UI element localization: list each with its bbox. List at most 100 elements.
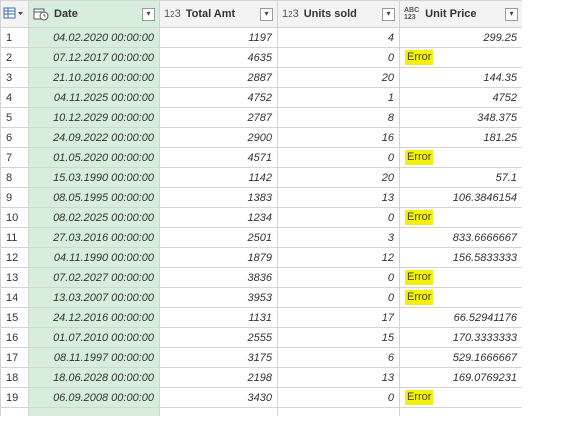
total-amt-cell[interactable]: 1879 [159, 247, 278, 268]
date-cell[interactable]: 04.11.2025 00:00:00 [28, 87, 160, 108]
unit-price-cell[interactable]: 529.1666667 [399, 347, 523, 368]
units-sold-cell[interactable]: 13 [277, 367, 400, 388]
chevron-down-icon[interactable]: ▾ [260, 7, 273, 21]
total-amt-cell[interactable]: 2887 [159, 67, 278, 88]
row-number[interactable]: 7 [0, 147, 29, 168]
unit-price-cell[interactable]: 181.25 [399, 127, 523, 148]
unit-price-cell[interactable]: 144.35 [399, 67, 523, 88]
units-sold-cell[interactable]: 12 [277, 247, 400, 268]
total-amt-cell[interactable]: 3953 [159, 287, 278, 308]
units-sold-cell[interactable]: 3 [277, 227, 400, 248]
date-cell[interactable]: 13.03.2007 00:00:00 [28, 287, 160, 308]
table-row[interactable]: 2 07.12.2017 00:00:00 4635 0 Error [0, 47, 523, 68]
table-row[interactable]: 6 24.09.2022 00:00:00 2900 16 181.25 [0, 127, 523, 148]
row-number[interactable]: 8 [0, 167, 29, 188]
units-sold-cell[interactable]: 4 [277, 27, 400, 48]
unit-price-cell[interactable]: 170.3333333 [399, 327, 523, 348]
date-cell[interactable]: 15.03.1990 00:00:00 [28, 167, 160, 188]
error-value[interactable]: Error [405, 50, 434, 65]
row-number[interactable]: 11 [0, 227, 29, 248]
units-sold-cell[interactable]: 6 [277, 347, 400, 368]
date-cell[interactable]: 21.10.2016 00:00:00 [28, 67, 160, 88]
row-number[interactable]: 15 [0, 307, 29, 328]
column-header-units-sold[interactable]: 123 Units sold ▾ [277, 0, 400, 28]
date-cell[interactable]: 07.02.2027 00:00:00 [28, 267, 160, 288]
total-amt-cell[interactable]: 1234 [159, 207, 278, 228]
column-header-unit-price[interactable]: ABC 123 Unit Price ▾ [399, 0, 523, 28]
row-number[interactable]: 18 [0, 367, 29, 388]
column-header-date[interactable]: Date ▾ [28, 0, 160, 28]
table-row[interactable]: 3 21.10.2016 00:00:00 2887 20 144.35 [0, 67, 523, 88]
unit-price-cell[interactable]: 156.5833333 [399, 247, 523, 268]
error-value[interactable]: Error [405, 270, 434, 285]
units-sold-cell[interactable]: 0 [277, 387, 400, 408]
table-row[interactable]: 14 13.03.2007 00:00:00 3953 0 Error [0, 287, 523, 308]
total-amt-cell[interactable]: 4635 [159, 47, 278, 68]
date-cell[interactable]: 18.06.2028 00:00:00 [28, 367, 160, 388]
total-amt-cell[interactable]: 1197 [159, 27, 278, 48]
total-amt-cell[interactable]: 1131 [159, 307, 278, 328]
error-value[interactable]: Error [405, 290, 434, 305]
total-amt-cell[interactable]: 2501 [159, 227, 278, 248]
table-row[interactable]: 7 01.05.2020 00:00:00 4571 0 Error [0, 147, 523, 168]
total-amt-cell[interactable]: 3430 [159, 387, 278, 408]
date-cell[interactable]: 01.07.2010 00:00:00 [28, 327, 160, 348]
date-cell[interactable]: 08.11.1997 00:00:00 [28, 347, 160, 368]
row-number[interactable]: 2 [0, 47, 29, 68]
unit-price-cell[interactable]: 66.52941176 [399, 307, 523, 328]
unit-price-cell[interactable]: 169.0769231 [399, 367, 523, 388]
total-amt-cell[interactable]: 1383 [159, 187, 278, 208]
table-menu-icon[interactable] [3, 6, 25, 20]
units-sold-cell[interactable]: 1 [277, 87, 400, 108]
total-amt-cell[interactable]: 2555 [159, 327, 278, 348]
column-header-total-amt[interactable]: 123 Total Amt ▾ [159, 0, 278, 28]
unit-price-cell[interactable]: 833.6666667 [399, 227, 523, 248]
date-cell[interactable]: 07.12.2017 00:00:00 [28, 47, 160, 68]
total-amt-cell[interactable]: 1142 [159, 167, 278, 188]
total-amt-cell[interactable]: 3175 [159, 347, 278, 368]
units-sold-cell[interactable]: 8 [277, 107, 400, 128]
unit-price-cell[interactable]: 348.375 [399, 107, 523, 128]
unit-price-cell[interactable]: Error [399, 287, 523, 308]
units-sold-cell[interactable]: 0 [277, 267, 400, 288]
table-row[interactable]: 13 07.02.2027 00:00:00 3836 0 Error [0, 267, 523, 288]
chevron-down-icon[interactable]: ▾ [382, 7, 395, 21]
table-row[interactable]: 1 04.02.2020 00:00:00 1197 4 299.25 [0, 27, 523, 48]
date-cell[interactable]: 27.03.2016 00:00:00 [28, 227, 160, 248]
date-cell[interactable]: 04.11.1990 00:00:00 [28, 247, 160, 268]
total-amt-cell[interactable]: 4752 [159, 87, 278, 108]
error-value[interactable]: Error [405, 390, 434, 405]
table-menu-header[interactable] [0, 0, 29, 28]
row-number[interactable]: 17 [0, 347, 29, 368]
units-sold-cell[interactable]: 0 [277, 287, 400, 308]
table-row[interactable]: 8 15.03.1990 00:00:00 1142 20 57.1 [0, 167, 523, 188]
row-number[interactable]: 4 [0, 87, 29, 108]
table-row[interactable]: 17 08.11.1997 00:00:00 3175 6 529.1666667 [0, 347, 523, 368]
error-value[interactable]: Error [405, 150, 434, 165]
unit-price-cell[interactable]: Error [399, 387, 523, 408]
unit-price-cell[interactable]: 4752 [399, 87, 523, 108]
units-sold-cell[interactable]: 13 [277, 187, 400, 208]
date-cell[interactable]: 24.09.2022 00:00:00 [28, 127, 160, 148]
unit-price-cell[interactable]: Error [399, 267, 523, 288]
error-value[interactable]: Error [405, 210, 434, 225]
row-number[interactable]: 19 [0, 387, 29, 408]
table-row[interactable]: 19 06.09.2008 00:00:00 3430 0 Error [0, 387, 523, 408]
units-sold-cell[interactable]: 0 [277, 147, 400, 168]
total-amt-cell[interactable]: 2900 [159, 127, 278, 148]
table-row[interactable]: 15 24.12.2016 00:00:00 1131 17 66.52941176 [0, 307, 523, 328]
total-amt-cell[interactable]: 2787 [159, 107, 278, 128]
date-cell[interactable]: 01.05.2020 00:00:00 [28, 147, 160, 168]
row-number[interactable]: 9 [0, 187, 29, 208]
date-cell[interactable]: 04.02.2020 00:00:00 [28, 27, 160, 48]
row-number[interactable]: 3 [0, 67, 29, 88]
unit-price-cell[interactable]: Error [399, 147, 523, 168]
units-sold-cell[interactable]: 16 [277, 127, 400, 148]
chevron-down-icon[interactable]: ▾ [505, 7, 518, 21]
row-number[interactable]: 14 [0, 287, 29, 308]
total-amt-cell[interactable]: 4571 [159, 147, 278, 168]
units-sold-cell[interactable]: 20 [277, 67, 400, 88]
chevron-down-icon[interactable]: ▾ [142, 7, 155, 21]
unit-price-cell[interactable]: Error [399, 47, 523, 68]
total-amt-cell[interactable]: 3836 [159, 267, 278, 288]
